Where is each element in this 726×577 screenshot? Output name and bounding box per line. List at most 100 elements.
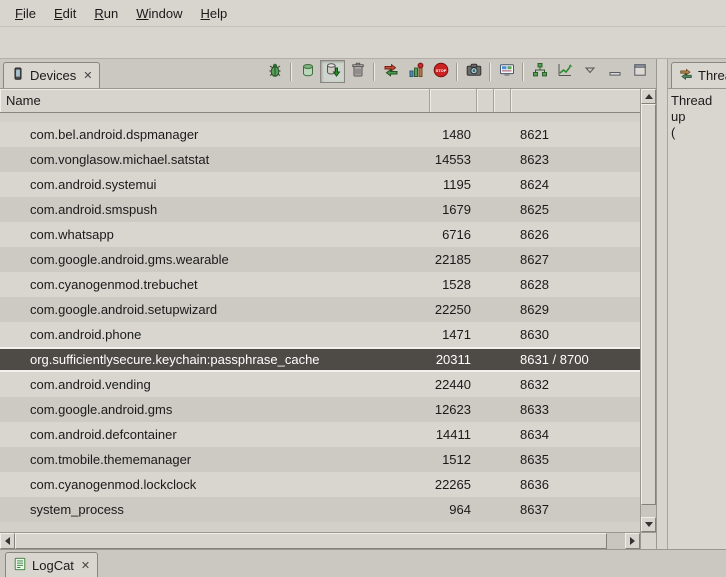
table-row[interactable]: com.bel.android.dspmanager 1480 8621 [0, 122, 640, 147]
threads-message: Thread up ( [668, 89, 726, 549]
stop-process-button[interactable]: STOP [428, 60, 453, 83]
scroll-left-button[interactable] [0, 533, 15, 549]
process-pid: 14553 [430, 152, 477, 167]
process-name: com.google.android.gms.wearable [0, 252, 430, 267]
process-name: com.cyanogenmod.trebuchet [0, 277, 430, 292]
minimize-button[interactable] [602, 60, 627, 83]
table-row[interactable]: com.cyanogenmod.lockclock 22265 8636 [0, 472, 640, 497]
maximize-button[interactable] [627, 60, 652, 83]
process-name: com.android.phone [0, 327, 430, 342]
view-hierarchy-button[interactable] [527, 60, 552, 83]
screen-capture-button[interactable] [461, 60, 486, 83]
table-row[interactable]: com.android.smspush 1679 8625 [0, 197, 640, 222]
scroll-down-button[interactable] [641, 517, 656, 532]
panel-splitter[interactable] [657, 59, 667, 549]
column-header-port[interactable] [511, 89, 640, 112]
horizontal-scroll-track[interactable] [15, 533, 625, 549]
close-icon[interactable]: ✕ [81, 69, 92, 82]
process-name: com.android.defcontainer [0, 427, 430, 442]
vertical-scroll-track[interactable] [641, 104, 656, 517]
toolbar-separator [456, 63, 458, 81]
table-row[interactable]: com.google.android.gms.wearable 22185 86… [0, 247, 640, 272]
ddms-window: File Edit Run Window Help Devices ✕ [0, 0, 726, 577]
main-toolbar [0, 27, 726, 59]
tab-devices[interactable]: Devices ✕ [3, 62, 100, 88]
horizontal-scrollbar[interactable] [0, 532, 640, 549]
table-row[interactable]: com.android.phone 1471 8630 [0, 322, 640, 347]
vertical-scrollbar[interactable] [640, 89, 656, 532]
menu-edit[interactable]: Edit [45, 2, 85, 25]
table-row[interactable]: org.sufficientlysecure.keychain:passphra… [0, 347, 640, 372]
column-header-2[interactable] [494, 89, 511, 112]
table-row[interactable]: com.google.android.setupwizard 22250 862… [0, 297, 640, 322]
table-row[interactable]: com.android.defcontainer 14411 8634 [0, 422, 640, 447]
vertical-scroll-thumb[interactable] [641, 104, 656, 505]
process-pid: 1195 [430, 177, 477, 192]
menu-run[interactable]: Run [85, 2, 127, 25]
view-hierarchy-icon [532, 62, 548, 81]
process-port: 8636 [511, 477, 640, 492]
process-table: Name com.bel.android.dspmanager 1480 862… [0, 89, 656, 532]
menu-help[interactable]: Help [191, 2, 236, 25]
menu-bar: File Edit Run Window Help [0, 0, 726, 27]
start-method-profiling-button[interactable] [403, 60, 428, 83]
process-port: 8631 / 8700 [511, 352, 640, 367]
scroll-up-button[interactable] [641, 89, 656, 104]
threads-tabbar: Threa [668, 59, 726, 89]
device-icon [11, 67, 25, 84]
systrace-icon [557, 62, 573, 81]
view-menu-button[interactable] [577, 60, 602, 83]
scrollbar-corner [640, 532, 656, 549]
table-row[interactable]: com.google.android.gms 12623 8633 [0, 397, 640, 422]
scroll-right-button[interactable] [625, 533, 640, 549]
column-header-1[interactable] [477, 89, 494, 112]
process-port: 8633 [511, 402, 640, 417]
update-threads-button[interactable] [378, 60, 403, 83]
minimize-icon [607, 62, 623, 81]
devices-toolbar: STOP [262, 59, 656, 88]
dump-hprof-button[interactable] [320, 60, 345, 83]
column-header-name[interactable]: Name [0, 89, 430, 112]
process-port: 8621 [511, 127, 640, 142]
process-name: com.whatsapp [0, 227, 430, 242]
table-row[interactable]: com.android.systemui 1195 8624 [0, 172, 640, 197]
stop-process-icon: STOP [433, 62, 449, 81]
arrow-down-icon [645, 522, 653, 527]
horizontal-scroll-thumb[interactable] [15, 533, 607, 549]
process-name: com.bel.android.dspmanager [0, 127, 430, 142]
threads-icon [679, 67, 693, 84]
process-port: 8623 [511, 152, 640, 167]
menu-file[interactable]: File [6, 2, 45, 25]
cause-gc-button[interactable] [345, 60, 370, 83]
table-rows: com.bel.android.dspmanager 1480 8621 com… [0, 113, 640, 532]
table-row[interactable]: com.android.vending 22440 8632 [0, 372, 640, 397]
update-heap-button[interactable] [295, 60, 320, 83]
systrace-button[interactable] [552, 60, 577, 83]
debug-button[interactable] [262, 60, 287, 83]
debug-icon [267, 62, 283, 81]
table-row[interactable]: com.whatsapp 6716 8626 [0, 222, 640, 247]
tab-logcat[interactable]: LogCat ✕ [5, 552, 98, 577]
process-port: 8628 [511, 277, 640, 292]
column-header-pid[interactable] [430, 89, 477, 112]
tab-threads-label: Threa [698, 68, 726, 83]
update-threads-icon [383, 62, 399, 81]
close-icon[interactable]: ✕ [79, 559, 90, 572]
table-row[interactable]: com.cyanogenmod.trebuchet 1528 8628 [0, 272, 640, 297]
tab-devices-label: Devices [30, 68, 76, 83]
tab-logcat-label: LogCat [32, 558, 74, 573]
process-port: 8634 [511, 427, 640, 442]
threads-message-line2: ( [671, 125, 723, 141]
main-area: Devices ✕ [0, 59, 726, 549]
view-menu-icon [582, 62, 598, 81]
process-name: com.google.android.setupwizard [0, 302, 430, 317]
tab-threads[interactable]: Threa [671, 62, 726, 88]
process-name: com.android.smspush [0, 202, 430, 217]
screen-record-button[interactable] [494, 60, 519, 83]
table-row[interactable]: com.tmobile.thememanager 1512 8635 [0, 447, 640, 472]
process-pid: 22250 [430, 302, 477, 317]
table-row[interactable]: com.vonglasow.michael.satstat 14553 8623 [0, 147, 640, 172]
table-row[interactable]: system_process 964 8637 [0, 497, 640, 522]
process-pid: 14411 [430, 427, 477, 442]
menu-window[interactable]: Window [127, 2, 191, 25]
